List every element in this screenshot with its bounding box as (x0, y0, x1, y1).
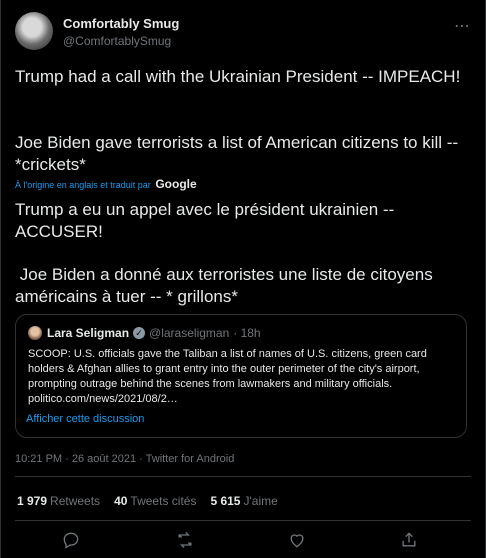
divider (15, 520, 471, 521)
author-names[interactable]: Comfortably Smug @ComfortablySmug (63, 16, 179, 48)
show-thread-link[interactable]: Afficher cette discussion (26, 413, 144, 425)
engagement-stats: 1 979 Retweets 40 Tweets cités 5 615 J'aime (17, 494, 278, 508)
translated-text-line1: Trump a eu un appel avec le président uk… (15, 200, 395, 241)
quoted-avatar (28, 326, 42, 340)
author-display-name[interactable]: Comfortably Smug (63, 16, 179, 31)
quotes-stat[interactable]: 40 Tweets cités (114, 494, 196, 508)
quoted-display-name: Lara Seligman (47, 326, 130, 340)
likes-stat[interactable]: 5 615 J'aime (210, 494, 277, 508)
translation-provider: Google (155, 177, 197, 191)
action-bar (1, 530, 485, 552)
translated-text-line2: Joe Biden a donné aux terroristes une li… (15, 265, 438, 306)
likes-count: 5 615 (210, 494, 241, 508)
translation-note-text[interactable]: À l'origine en anglais et traduit par (15, 180, 151, 190)
quoted-time: · 18h (233, 326, 261, 340)
retweets-label: Retweets (50, 494, 101, 508)
tweet-detail: Comfortably Smug @ComfortablySmug ⋯ Trum… (0, 0, 486, 558)
quoted-tweet[interactable]: Lara Seligman ✓ @laraseligman · 18h SCOO… (15, 314, 467, 438)
retweets-count: 1 979 (17, 494, 48, 508)
quotes-label: Tweets cités (130, 494, 197, 508)
quoted-tweet-text: SCOOP: U.S. officials gave the Taliban a… (28, 348, 427, 405)
tweet-header: Comfortably Smug @ComfortablySmug ⋯ (15, 12, 471, 56)
reply-icon[interactable] (61, 530, 81, 550)
quotes-count: 40 (114, 494, 128, 508)
avatar[interactable] (15, 12, 53, 50)
retweet-icon[interactable] (175, 530, 195, 550)
tweet-text-line1: Trump had a call with the Ukrainian Pres… (15, 67, 461, 86)
retweets-stat[interactable]: 1 979 Retweets (17, 494, 100, 508)
tweet-text-line2: Joe Biden gave terrorists a list of Amer… (15, 133, 459, 174)
quoted-tweet-header: Lara Seligman ✓ @laraseligman · 18h (28, 325, 261, 341)
like-icon[interactable] (287, 530, 307, 550)
translation-note[interactable]: À l'origine en anglais et traduit par Go… (15, 177, 197, 191)
more-icon[interactable]: ⋯ (454, 16, 471, 36)
likes-label: J'aime (243, 494, 278, 508)
author-handle[interactable]: @ComfortablySmug (63, 34, 179, 48)
quoted-handle: @laraseligman (149, 326, 230, 340)
tweet-timestamp[interactable]: 10:21 PM · 26 août 2021 · Twitter for An… (15, 453, 234, 465)
verified-icon: ✓ (133, 327, 146, 339)
divider (15, 476, 471, 477)
share-icon[interactable] (399, 530, 419, 550)
